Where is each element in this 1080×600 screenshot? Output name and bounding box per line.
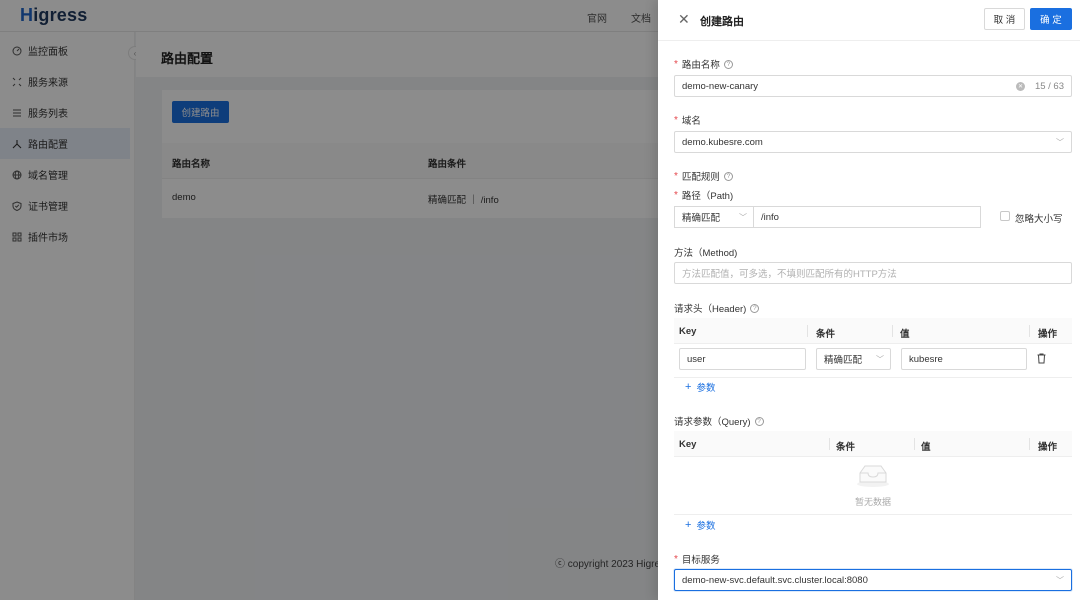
domain-select[interactable]: demo.kubesre.com ﹀ [674, 131, 1072, 153]
empty-inbox-icon [857, 465, 889, 487]
drawer-header: ✕ 创建路由 取 消 确 定 [658, 0, 1080, 41]
required-mark: * [674, 553, 678, 565]
help-icon[interactable]: ? [723, 171, 733, 181]
column-divider [914, 438, 915, 450]
required-mark: * [674, 189, 678, 201]
delete-icon[interactable] [1037, 353, 1046, 364]
column-divider [892, 325, 893, 337]
char-count: 15 / 63 [1034, 81, 1064, 92]
add-query-button[interactable]: + 参数 [685, 518, 715, 532]
drawer-title: 创建路由 [700, 16, 744, 28]
domain-label: * 域名 [674, 114, 701, 128]
method-select[interactable]: 方法匹配值，可多选，不填则匹配所有的HTTP方法 [674, 262, 1072, 284]
required-mark: * [674, 58, 678, 70]
column-divider [1029, 438, 1030, 450]
required-mark: * [674, 170, 678, 182]
ignore-case-label[interactable]: 忽略大小写 [1015, 211, 1063, 225]
route-name-input[interactable]: demo-new-canary ✕ 15 / 63 [674, 75, 1072, 97]
header-value-input[interactable]: kubesre [901, 348, 1027, 370]
chevron-down-icon: ﹀ [1056, 138, 1064, 147]
path-match-type-select[interactable]: 精确匹配 ﹀ [674, 206, 754, 228]
query-empty-state: 暂无数据 [674, 457, 1072, 515]
method-label: 方法（Method) [674, 248, 738, 259]
match-rules-label: * 匹配规则 ? [674, 169, 733, 183]
confirm-button[interactable]: 确 定 [1030, 8, 1072, 30]
header-label: 请求头（Header) ? [674, 301, 760, 315]
column-divider [807, 325, 808, 337]
chevron-down-icon: ﹀ [739, 213, 747, 222]
empty-text: 暂无数据 [854, 497, 891, 507]
add-header-button[interactable]: + 参数 [685, 380, 715, 394]
ignore-case-checkbox[interactable] [1000, 211, 1010, 221]
path-label: * 路径（Path) [674, 189, 734, 203]
target-service-select[interactable]: demo-new-svc.default.svc.cluster.local:8… [674, 569, 1072, 591]
column-divider [829, 438, 830, 450]
header-key-input[interactable]: user [679, 348, 806, 370]
plus-icon: + [685, 381, 692, 393]
header-condition-select[interactable]: 精确匹配 ﹀ [816, 348, 891, 370]
create-route-drawer: ✕ 创建路由 取 消 确 定 * 路由名称 ? demo-new-canary … [658, 0, 1080, 600]
help-icon[interactable]: ? [723, 59, 733, 69]
required-mark: * [674, 114, 678, 126]
query-label: 请求参数（Query) ? [674, 414, 764, 428]
route-name-label: * 路由名称 ? [674, 57, 733, 71]
chevron-down-icon: ﹀ [1056, 576, 1064, 585]
chevron-down-icon: ﹀ [876, 355, 884, 364]
path-value-input[interactable]: /info [753, 206, 981, 228]
plus-icon: + [685, 519, 692, 531]
target-service-label: * 目标服务 [674, 553, 720, 567]
clear-icon[interactable]: ✕ [1016, 82, 1025, 91]
header-row: user 精确匹配 ﹀ kubesre [674, 341, 1072, 378]
query-table-header: Key 条件 值 操作 [674, 431, 1072, 457]
close-icon[interactable]: ✕ [678, 11, 690, 27]
cancel-button[interactable]: 取 消 [984, 8, 1025, 30]
help-icon[interactable]: ? [754, 416, 764, 426]
column-divider [1029, 325, 1030, 337]
help-icon[interactable]: ? [750, 303, 760, 313]
